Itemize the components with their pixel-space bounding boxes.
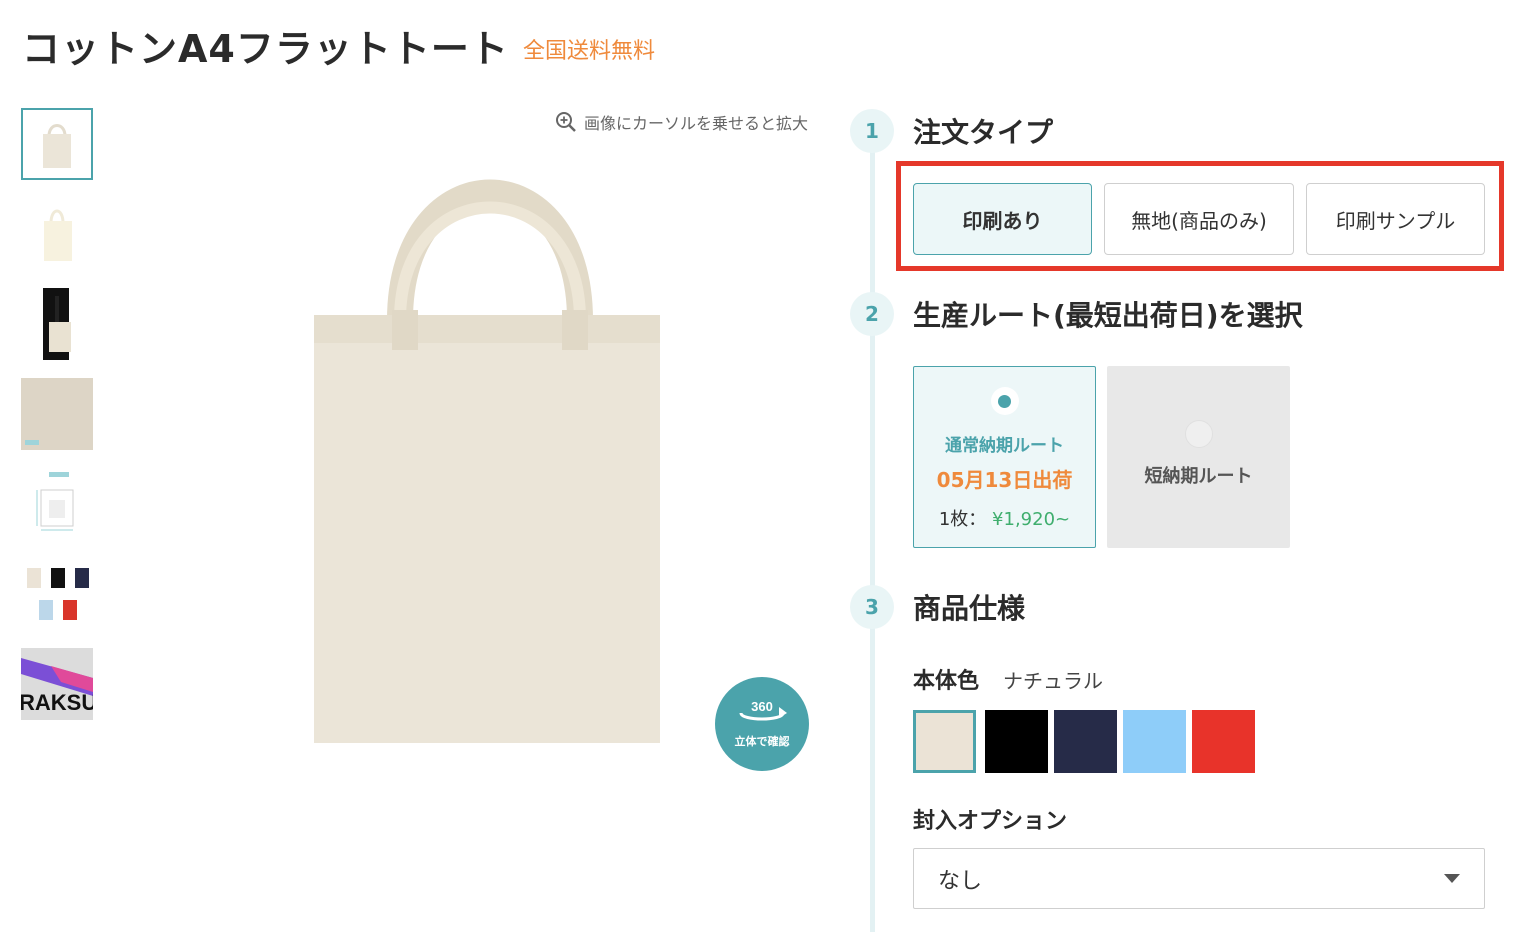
- order-type-sample-button[interactable]: 印刷サンプル: [1306, 183, 1485, 255]
- route-short-name: 短納期ルート: [1144, 466, 1253, 487]
- color-swatch-black[interactable]: [985, 710, 1048, 773]
- product-page: コットンA4フラットトート 全国送料無料 RAKSU 画像にカーソルを乗せると拡…: [0, 0, 1514, 932]
- thumbnail-1[interactable]: [21, 108, 93, 180]
- color-swatch-navy[interactable]: [1054, 710, 1117, 773]
- order-type-plain-button[interactable]: 無地(商品のみ): [1104, 183, 1294, 255]
- step-2-number: 2: [850, 292, 894, 336]
- thumbnail-5[interactable]: [21, 468, 93, 540]
- route-normal-qty-label: 1枚：: [938, 509, 987, 530]
- color-variations-icon: [27, 568, 89, 620]
- tote-bag-thumbnail-icon: [43, 124, 71, 168]
- insert-option-label: 封入オプション: [913, 809, 1068, 834]
- zoom-hint: 画像にカーソルを乗せると拡大: [554, 110, 808, 134]
- route-normal-price-line: 1枚： ¥1,920~: [939, 505, 1070, 531]
- zoom-hint-text: 画像にカーソルを乗せると拡大: [584, 114, 809, 133]
- size-chart-icon: [36, 472, 74, 531]
- radio-selected-dot: [998, 394, 1011, 408]
- route-normal-ship-date: 05月13日出荷: [936, 468, 1073, 492]
- rotate-360-icon: 360: [739, 699, 787, 721]
- free-shipping-badge: 全国送料無料: [523, 39, 656, 64]
- model-wearing-bag-icon: [43, 288, 71, 360]
- insert-option-select[interactable]: なし: [913, 848, 1485, 909]
- thumbnail-2[interactable]: [21, 198, 93, 270]
- color-swatch-red[interactable]: [1192, 710, 1255, 773]
- main-product-image[interactable]: [300, 160, 680, 760]
- order-type-print-button[interactable]: 印刷あり: [913, 183, 1092, 255]
- body-color-label: 本体色: [913, 669, 980, 694]
- thumbnail-4[interactable]: [21, 378, 93, 450]
- step-progress-line: [870, 130, 875, 932]
- view-360-label: 立体で確認: [734, 735, 790, 748]
- route-normal-name: 通常納期ルート: [945, 436, 1064, 456]
- color-swatch-natural[interactable]: [913, 710, 976, 773]
- insert-option-selected-value: なし: [938, 868, 983, 894]
- route-normal-card[interactable]: 通常納期ルート 05月13日出荷 1枚： ¥1,920~: [913, 366, 1096, 548]
- chevron-down-icon: [1444, 874, 1460, 883]
- zoom-in-icon: [556, 112, 576, 132]
- step-1-number: 1: [850, 109, 894, 153]
- color-swatch-light-blue[interactable]: [1123, 710, 1186, 773]
- tote-bag-thumbnail-icon: [44, 209, 72, 261]
- step-2-title: 生産ルート(最短出荷日)を選択: [913, 299, 1303, 332]
- view-360-number: 360: [751, 699, 773, 714]
- thumbnail-watermark-text: RAKSUL: [21, 690, 93, 715]
- thumbnail-6[interactable]: [21, 558, 93, 630]
- body-color-value: ナチュラル: [1003, 669, 1103, 693]
- fabric-texture-icon: [21, 378, 93, 450]
- route-normal-price: ¥1,920~: [992, 509, 1071, 530]
- thumbnail-3[interactable]: [21, 288, 93, 360]
- product-title: コットンA4フラットトート: [22, 27, 509, 71]
- step-3-title: 商品仕様: [913, 592, 1026, 625]
- step-1-title: 注文タイプ: [913, 116, 1054, 149]
- route-normal-radio[interactable]: [990, 387, 1019, 415]
- route-short-radio[interactable]: [1184, 420, 1213, 448]
- view-360-button[interactable]: 360 立体で確認: [715, 677, 809, 771]
- step-3-number: 3: [850, 585, 894, 629]
- thumbnail-7[interactable]: RAKSUL: [21, 648, 93, 720]
- route-short-card[interactable]: 短納期ルート: [1107, 366, 1290, 548]
- printed-logo-sample-icon: RAKSUL: [21, 648, 93, 720]
